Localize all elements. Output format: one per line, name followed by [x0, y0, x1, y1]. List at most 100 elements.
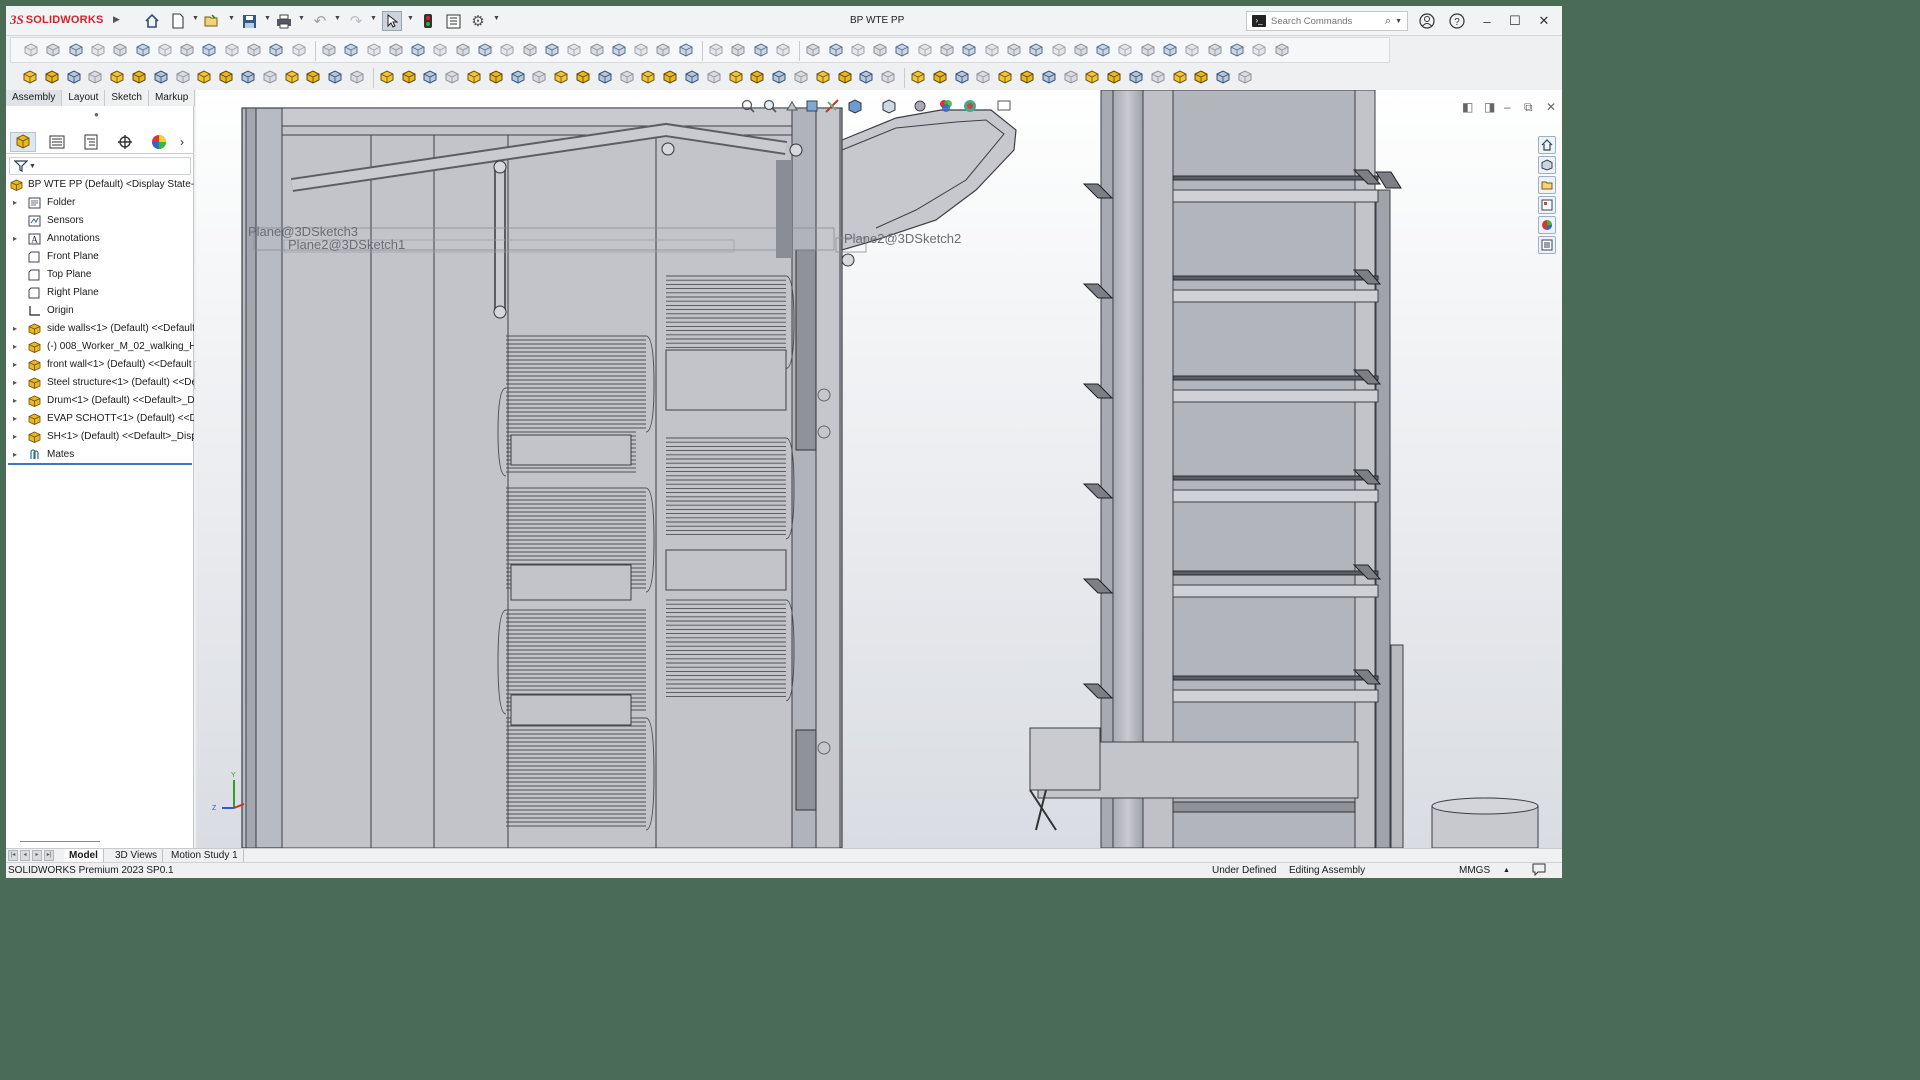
toolbar-command-icon[interactable] [633, 42, 649, 58]
toolbar-command-icon[interactable] [1028, 42, 1044, 58]
tree-item[interactable]: ▸ front wall<1> (Default) <<Default [6, 356, 194, 374]
tree-item[interactable]: Top Plane [6, 266, 194, 284]
toolbar-command-icon[interactable] [262, 69, 278, 85]
hide-show-items-icon[interactable] [912, 98, 930, 116]
minimize-icon[interactable]: – [1476, 12, 1498, 30]
toolbar-command-icon[interactable] [753, 42, 769, 58]
feedback-icon[interactable] [1532, 863, 1546, 878]
toolbar-command-icon[interactable] [858, 69, 874, 85]
toolbar-command-icon[interactable] [1006, 42, 1022, 58]
filter-icon[interactable] [14, 160, 28, 172]
save-icon[interactable] [239, 11, 259, 31]
toolbar-command-icon[interactable] [1063, 69, 1079, 85]
toolbar-command-icon[interactable] [1117, 42, 1133, 58]
toolbar-command-icon[interactable] [1095, 42, 1111, 58]
search-commands-input[interactable] [1271, 15, 1383, 27]
toolbar-command-icon[interactable] [135, 42, 151, 58]
user-account-icon[interactable] [1416, 12, 1438, 30]
undo-dropdown-icon[interactable]: ▼ [334, 15, 341, 22]
maximize-icon[interactable]: ☐ [1504, 12, 1526, 30]
plane-label-3dsketch1[interactable]: Plane2@3DSketch1 [288, 237, 405, 252]
tab-assembly[interactable]: Assembly [6, 90, 63, 106]
doc-restore-icon[interactable]: ⧉ [1524, 100, 1533, 115]
configuration-manager-tab-icon[interactable] [78, 132, 104, 152]
toolbar-command-icon[interactable] [1150, 69, 1166, 85]
select-cursor-icon[interactable] [382, 11, 402, 31]
toolbar-command-icon[interactable] [961, 42, 977, 58]
options-gear-icon[interactable]: ⚙ [468, 11, 488, 31]
save-dropdown-icon[interactable]: ▼ [264, 15, 271, 22]
toolbar-command-icon[interactable] [597, 69, 613, 85]
view-settings-icon[interactable] [996, 98, 1014, 116]
toolbar-command-icon[interactable] [1140, 42, 1156, 58]
toolbar-command-icon[interactable] [22, 69, 38, 85]
tree-item[interactable]: ▸ side walls<1> (Default) <<Default [6, 320, 194, 338]
toolbar-command-icon[interactable] [932, 69, 948, 85]
tree-item[interactable]: Right Plane [6, 284, 194, 302]
section-view-icon[interactable] [804, 98, 822, 116]
toolbar-command-icon[interactable] [343, 42, 359, 58]
toolbar-command-icon[interactable] [1184, 42, 1200, 58]
search-icon[interactable]: ⌕ [1385, 15, 1391, 28]
expand-arrow-icon[interactable]: ▸ [10, 320, 20, 338]
appearances-scenes-icon[interactable] [1538, 216, 1556, 234]
previous-view-icon[interactable] [784, 98, 802, 116]
toolbar-command-icon[interactable] [349, 69, 365, 85]
view-orientation-icon[interactable] [846, 98, 864, 116]
tree-item[interactable]: ▸ Folder [6, 194, 194, 212]
toolbar-command-icon[interactable] [305, 69, 321, 85]
toolbar-command-icon[interactable] [894, 42, 910, 58]
toolbar-command-icon[interactable] [1274, 42, 1290, 58]
toolbar-command-icon[interactable] [455, 42, 471, 58]
tree-item[interactable]: Sensors [6, 212, 194, 230]
toolbar-command-icon[interactable] [1207, 42, 1223, 58]
toolbar-command-icon[interactable] [488, 69, 504, 85]
feature-tree-tab-icon[interactable] [10, 132, 36, 152]
toolbar-command-icon[interactable] [410, 42, 426, 58]
expand-arrow-icon[interactable]: ▸ [10, 230, 20, 248]
toolbar-command-icon[interactable] [179, 42, 195, 58]
custom-properties-icon[interactable] [1538, 236, 1556, 254]
toolbar-command-icon[interactable] [112, 42, 128, 58]
toolbar-command-icon[interactable] [619, 69, 635, 85]
tree-item[interactable]: ▸ EVAP SCHOTT<1> (Default) <<D [6, 410, 194, 428]
bottom-tab-motion-study-1[interactable]: Motion Study 1 [166, 849, 244, 863]
toolbar-command-icon[interactable] [805, 42, 821, 58]
redo-icon[interactable]: ↷ [346, 11, 366, 31]
expand-arrow-icon[interactable]: ▸ [10, 410, 20, 428]
search-commands-box[interactable]: ›_ ⌕ ▼ [1246, 11, 1408, 31]
toolbar-command-icon[interactable] [68, 42, 84, 58]
solidworks-resources-icon[interactable] [1538, 136, 1556, 154]
toolbar-command-icon[interactable] [553, 69, 569, 85]
toolbar-command-icon[interactable] [589, 42, 605, 58]
toolbar-command-icon[interactable] [284, 69, 300, 85]
display-manager-tab-icon[interactable] [146, 132, 172, 152]
toolbar-command-icon[interactable] [1084, 69, 1100, 85]
open-document-icon[interactable] [202, 11, 222, 31]
toolbar-command-icon[interactable] [90, 42, 106, 58]
tree-item[interactable]: ▸ A Annotations [6, 230, 194, 248]
graphics-area[interactable]: Y Z Plane@3DSketch3 Plane2@3DSketch1 Pla… [196, 90, 1562, 848]
toolbar-command-icon[interactable] [499, 42, 515, 58]
solidworks-logo[interactable]: 3S SOLIDWORKS [10, 12, 104, 28]
undo-icon[interactable]: ↶ [310, 11, 330, 31]
tree-item[interactable]: ▸ Steel structure<1> (Default) <<De [6, 374, 194, 392]
toolbar-command-icon[interactable] [984, 42, 1000, 58]
toolbar-command-icon[interactable] [880, 69, 896, 85]
tile-right-icon[interactable]: ◨ [1484, 100, 1495, 114]
new-document-icon[interactable] [168, 11, 188, 31]
model-viewport[interactable]: Y Z [196, 90, 1562, 848]
toolbar-command-icon[interactable] [575, 69, 591, 85]
toolbar-command-icon[interactable] [291, 42, 307, 58]
expand-arrow-icon[interactable]: ▸ [10, 356, 20, 374]
toolbar-command-icon[interactable] [850, 42, 866, 58]
toolbar-command-icon[interactable] [224, 42, 240, 58]
tree-rollback-bar[interactable] [8, 463, 192, 465]
display-style-icon[interactable] [880, 98, 898, 116]
zoom-to-fit-icon[interactable] [740, 98, 758, 116]
toolbar-command-icon[interactable] [1162, 42, 1178, 58]
toolbar-command-icon[interactable] [444, 69, 460, 85]
last-tab-arrow-icon[interactable]: ▸| [44, 850, 54, 861]
toolbar-command-icon[interactable] [828, 42, 844, 58]
bottom-tab-model[interactable]: Model [64, 849, 104, 863]
